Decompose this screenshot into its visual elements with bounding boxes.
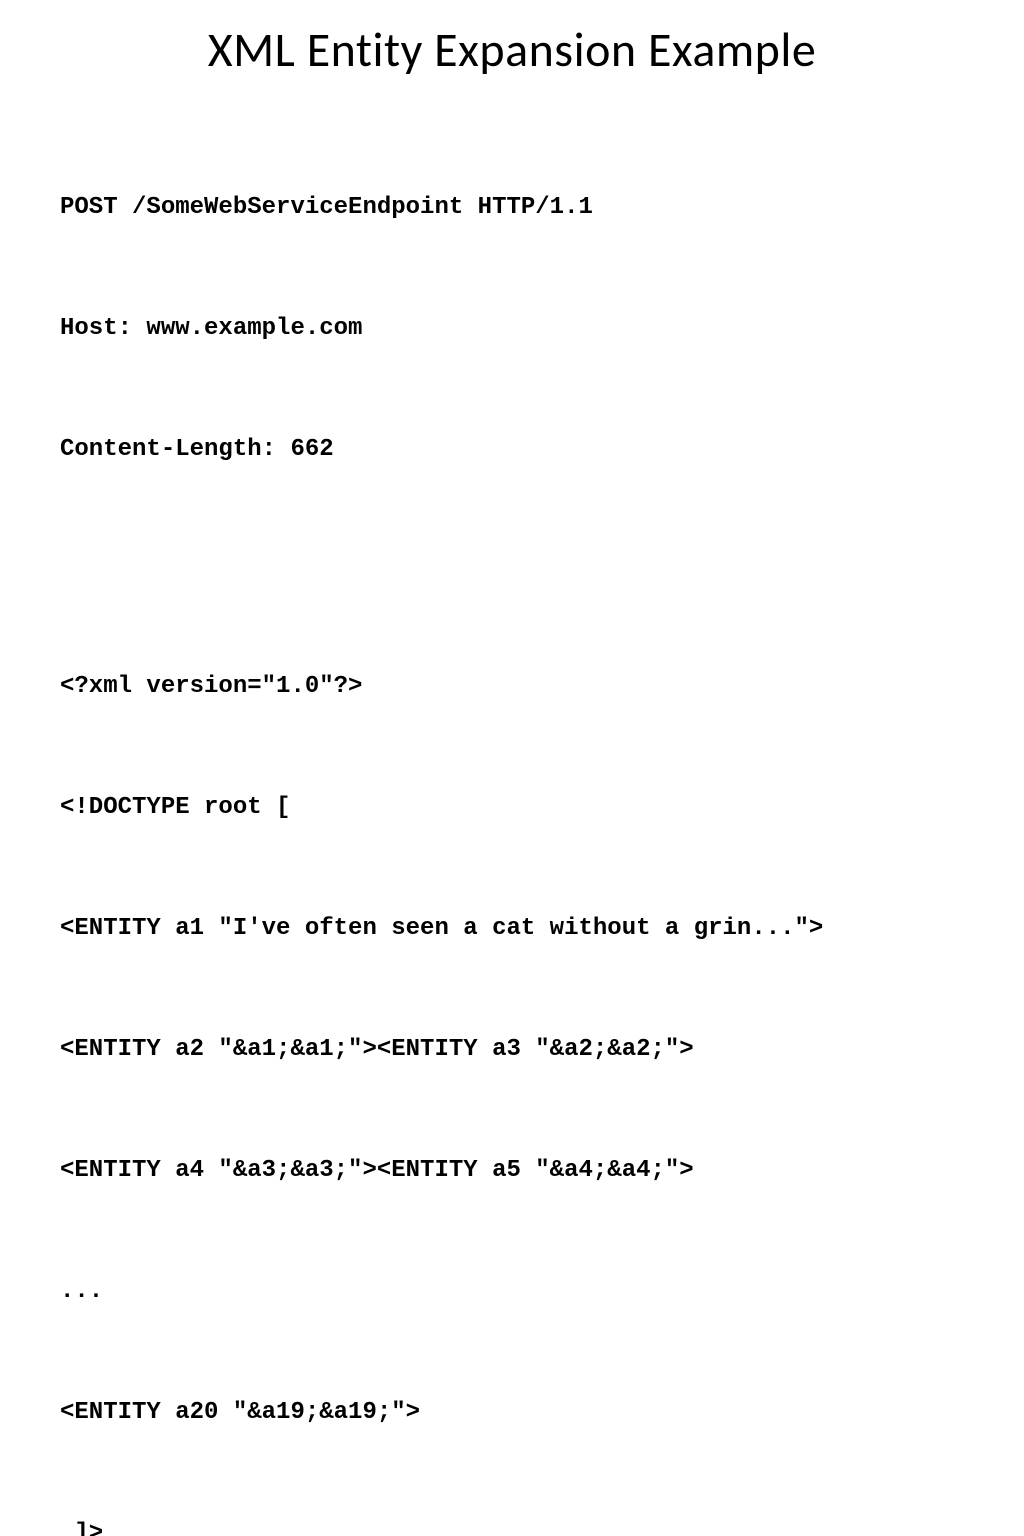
code-line: <ENTITY a4 "&a3;&a3;"><ENTITY a5 "&a4;&a… (60, 1151, 964, 1191)
code-line: <!DOCTYPE root [ (60, 788, 964, 828)
code-block: POST /SomeWebServiceEndpoint HTTP/1.1 Ho… (60, 107, 964, 1536)
slide-container: XML Entity Expansion Example POST /SomeW… (0, 0, 1024, 1536)
code-line: Host: www.example.com (60, 309, 964, 349)
code-line-empty (60, 550, 964, 586)
code-line: <ENTITY a20 "&a19;&a19;"> (60, 1393, 964, 1433)
code-line: ... (60, 1272, 964, 1312)
code-line: ]> (60, 1514, 964, 1536)
code-line: <ENTITY a1 "I've often seen a cat withou… (60, 909, 964, 949)
code-line: <ENTITY a2 "&a1;&a1;"><ENTITY a3 "&a2;&a… (60, 1030, 964, 1070)
code-line: POST /SomeWebServiceEndpoint HTTP/1.1 (60, 188, 964, 228)
slide-title: XML Entity Expansion Example (60, 20, 964, 79)
code-line: <?xml version="1.0"?> (60, 667, 964, 707)
code-line: Content-Length: 662 (60, 430, 964, 470)
